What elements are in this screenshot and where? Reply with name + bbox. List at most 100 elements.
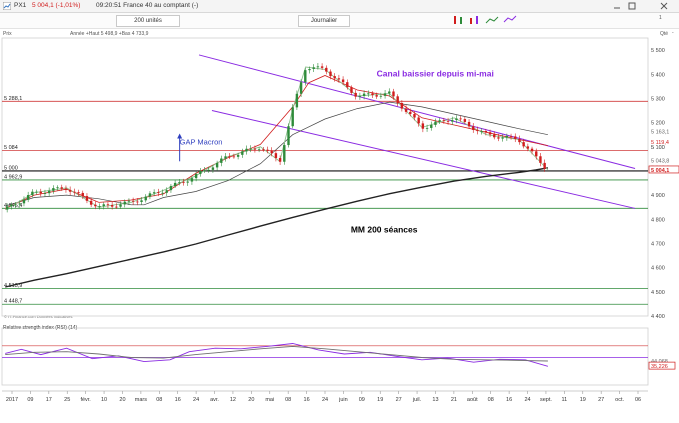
- candle-body: [367, 93, 370, 95]
- x-tick-label: févr.: [80, 397, 91, 403]
- rsi-line-0: [5, 343, 549, 367]
- x-tick-label: oct.: [615, 397, 624, 403]
- candle-body: [375, 95, 378, 97]
- candle-body: [10, 204, 13, 207]
- candle-body: [287, 126, 290, 146]
- x-tick-label: juin: [338, 397, 348, 403]
- candle-body: [493, 134, 496, 138]
- candle-body: [497, 137, 500, 139]
- x-tick-label: 09: [27, 397, 33, 403]
- candle-body: [346, 82, 349, 88]
- candle-body: [396, 96, 399, 104]
- candle-body: [199, 171, 202, 175]
- candle-body: [488, 132, 492, 135]
- series-line-3: [4, 66, 549, 210]
- y-tick-label: 5 300: [651, 96, 665, 102]
- candle-body: [98, 206, 101, 207]
- x-tick-label: 16: [175, 397, 181, 403]
- candle-body: [535, 151, 538, 157]
- candle-body: [144, 196, 147, 201]
- candle-body: [388, 91, 391, 94]
- x-tick-label: 16: [506, 397, 512, 403]
- x-tick-label: 08: [488, 397, 494, 403]
- x-tick-label: 27: [598, 397, 604, 403]
- candle-body: [249, 148, 252, 150]
- x-tick-label: 13: [432, 397, 438, 403]
- candle-body: [157, 192, 160, 194]
- candle-body: [215, 162, 219, 168]
- candle-body: [270, 150, 273, 154]
- y-tick-label: 4 800: [651, 217, 665, 223]
- candle-body: [325, 67, 328, 72]
- x-tick-label: avr.: [210, 397, 219, 403]
- horizontal-line-label: 5 084: [4, 145, 18, 151]
- candle-body: [77, 192, 80, 193]
- candle-body: [110, 205, 114, 207]
- candle-body: [308, 68, 311, 71]
- candle-body: [509, 136, 513, 137]
- candle-body: [291, 107, 294, 127]
- candle-body: [455, 118, 458, 121]
- candle-body: [253, 148, 257, 150]
- right-value-label: 5 004,1: [651, 168, 669, 174]
- candle-body: [392, 91, 395, 97]
- candle-body: [14, 204, 17, 206]
- candle-body: [22, 199, 26, 204]
- candle-body: [362, 93, 366, 96]
- candle-body: [333, 76, 336, 79]
- candle-body: [94, 204, 97, 207]
- candle-body: [106, 204, 110, 206]
- candle-body: [178, 182, 181, 184]
- candle-body: [182, 182, 185, 184]
- candle-body: [31, 191, 34, 196]
- candle-body: [203, 170, 206, 172]
- candle-body: [530, 148, 534, 152]
- candle-body: [299, 82, 303, 94]
- candle-body: [190, 178, 194, 182]
- candle-body: [451, 120, 454, 122]
- candle-body: [228, 156, 231, 158]
- y-tick-label: 4 500: [651, 290, 665, 296]
- candle-body: [417, 117, 420, 124]
- candle-body: [379, 95, 383, 97]
- y-tick-label: 4 700: [651, 241, 665, 247]
- candle-body: [165, 190, 168, 193]
- candle-body: [89, 200, 93, 205]
- candle-body: [5, 206, 9, 210]
- candle-body: [539, 156, 542, 163]
- x-tick-label: 19: [580, 397, 586, 403]
- candle-body: [47, 190, 51, 194]
- candle-body: [123, 201, 126, 205]
- candle-body: [241, 151, 244, 155]
- candle-body: [266, 149, 269, 151]
- candle-body: [463, 119, 467, 122]
- candle-body: [127, 200, 131, 202]
- candle-body: [278, 158, 282, 162]
- candle-body: [442, 120, 446, 122]
- horizontal-line-label: 4 962,9: [4, 174, 22, 180]
- x-tick-label: 25: [64, 397, 70, 403]
- annotation-2: MM 200 séances: [351, 225, 418, 235]
- candle-body: [262, 149, 265, 151]
- candle-body: [476, 129, 479, 132]
- candle-body: [60, 187, 63, 189]
- candle-body: [26, 195, 30, 200]
- candle-body: [413, 113, 416, 118]
- candle-body: [421, 123, 425, 129]
- price-chart: 5 500 5 400 5 300 5 200 5 100 5 000 4 900 4 800…: [1, 37, 679, 403]
- x-tick-label: mars: [135, 397, 147, 403]
- candle-body: [350, 87, 353, 93]
- candle-body: [18, 203, 21, 205]
- candle-body: [543, 162, 546, 169]
- right-value-label: 5 043,8: [651, 158, 669, 164]
- x-tick-label: 16: [304, 397, 310, 403]
- candle-body: [518, 138, 521, 143]
- y-tick-label: 4 900: [651, 193, 665, 199]
- annotation-0: Canal baissier depuis mi-mai: [377, 69, 494, 79]
- candle-body: [358, 95, 362, 97]
- candle-body: [425, 127, 429, 129]
- x-tick-label: 19: [377, 397, 383, 403]
- candle-body: [131, 200, 135, 202]
- candle-body: [211, 167, 215, 170]
- candle-body: [354, 92, 357, 97]
